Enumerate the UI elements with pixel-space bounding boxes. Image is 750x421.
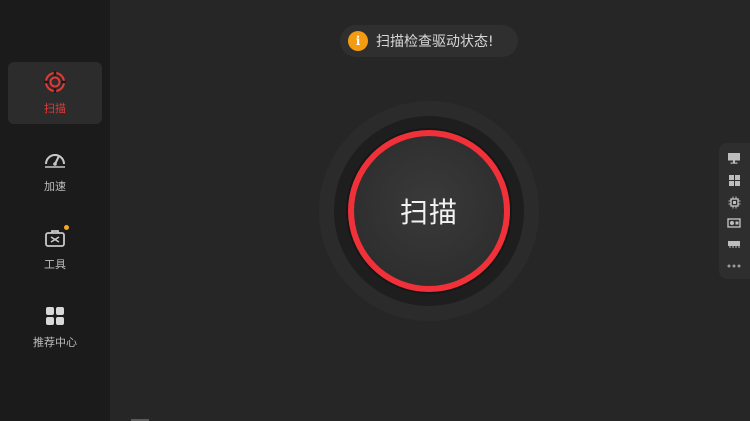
- sidebar: 扫描 加速 工具 推荐中心: [0, 0, 110, 421]
- sidebar-item-label: 推荐中心: [33, 336, 77, 349]
- sidebar-item-label: 扫描: [44, 102, 66, 115]
- memory-icon[interactable]: [726, 237, 742, 251]
- scan-button[interactable]: 扫描: [348, 130, 510, 292]
- info-icon: i: [348, 31, 368, 51]
- windows-icon[interactable]: [726, 173, 742, 187]
- sidebar-item-label: 工具: [44, 258, 66, 271]
- toolbox-icon: [43, 225, 69, 250]
- notice-text: 扫描检查驱动状态!: [376, 34, 494, 50]
- graphics-card-icon[interactable]: [726, 216, 742, 230]
- grid-icon: [43, 304, 67, 328]
- monitor-icon[interactable]: [726, 151, 742, 165]
- sidebar-item-speedup[interactable]: 加速: [8, 140, 102, 202]
- notice-banner: i 扫描检查驱动状态!: [340, 25, 518, 57]
- notification-dot: [64, 225, 69, 230]
- scan-icon: [43, 70, 67, 94]
- cpu-icon[interactable]: [726, 195, 742, 209]
- hardware-toolbar: [719, 143, 750, 279]
- sidebar-item-tools[interactable]: 工具: [8, 218, 102, 280]
- scan-button-label: 扫描: [399, 196, 458, 229]
- more-icon[interactable]: [726, 259, 742, 273]
- app-window: 扫描 加速 工具 推荐中心 i 扫描检查驱动状态! 扫描: [0, 0, 750, 421]
- sidebar-item-scan[interactable]: 扫描: [8, 62, 102, 124]
- sidebar-item-label: 加速: [44, 180, 66, 193]
- speedometer-icon: [43, 148, 67, 172]
- sidebar-item-recommend[interactable]: 推荐中心: [8, 296, 102, 358]
